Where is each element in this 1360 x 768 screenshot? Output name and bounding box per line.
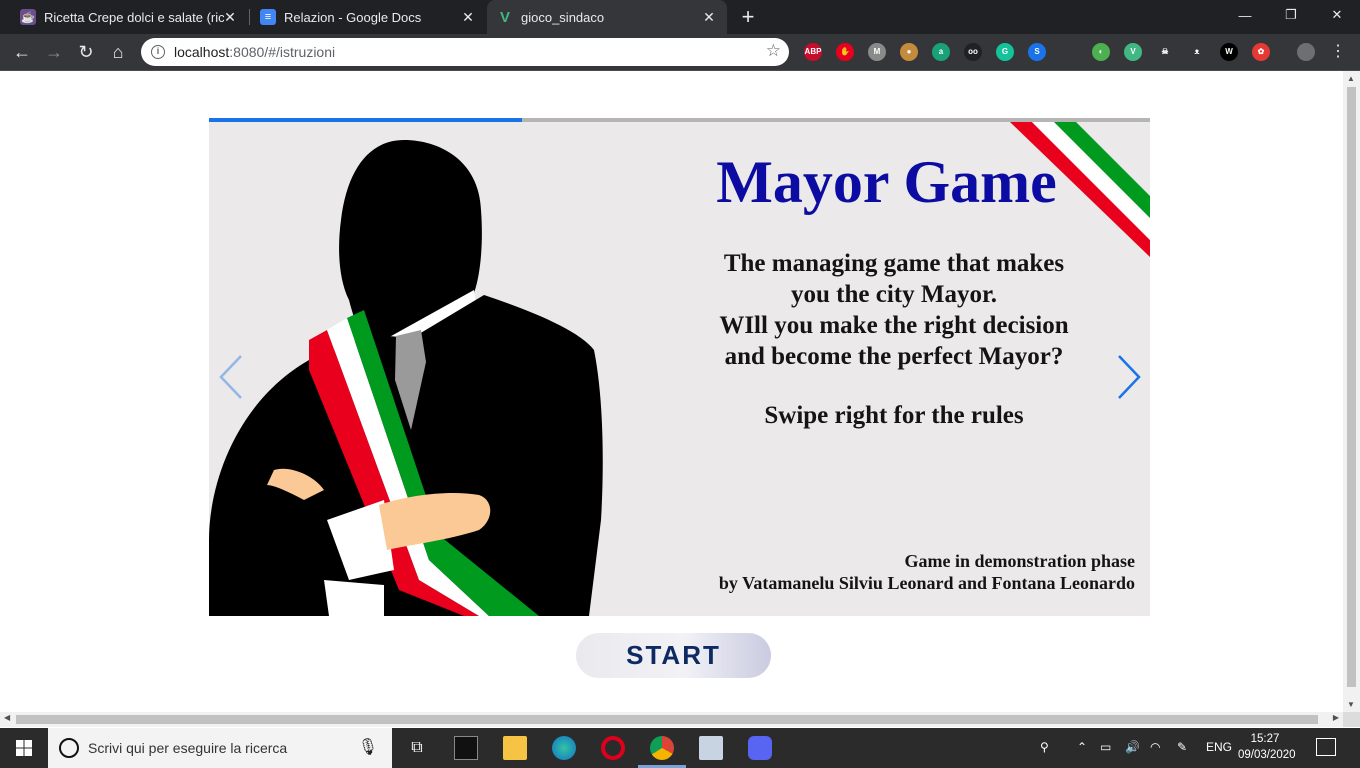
microphone-icon[interactable]: 🎙 [358, 737, 378, 757]
reload-icon[interactable]: ↻ [74, 40, 98, 64]
tab-title: gioco_sindaco [521, 9, 605, 25]
vue-icon: V [499, 8, 510, 26]
tab-gioco-sindaco[interactable]: V gioco_sindaco ✕ [487, 0, 727, 34]
tab-google-docs[interactable]: ≡ Relazion - Google Docs ✕ [250, 0, 486, 34]
taskbar-clock[interactable]: 15:27 09/03/2020 [1238, 731, 1296, 763]
tagline-line: and become the perfect Mayor? [724, 343, 1064, 370]
home-icon[interactable]: ⌂ [106, 40, 130, 64]
tagline-line: The managing game that makes [723, 250, 1065, 277]
url-text: localhost:8080/#/istruzioni [174, 44, 335, 60]
stop-hand-icon[interactable]: ✋ [836, 43, 854, 61]
battery-icon[interactable]: ▭ [1100, 740, 1111, 754]
credits-line: by Vatamanelu Silviu Leonard and Fontana… [718, 573, 1135, 593]
volume-icon[interactable]: 🔊 [1125, 740, 1140, 754]
close-window-button[interactable]: ✕ [1314, 0, 1360, 30]
game-title: Mayor Game [716, 149, 1057, 215]
scrollbar-thumb[interactable] [1347, 87, 1356, 687]
close-icon[interactable]: ✕ [222, 9, 238, 25]
opera-icon[interactable] [601, 736, 625, 760]
tab-ricetta[interactable]: ☕ Ricetta Crepe dolci e salate (ricett ✕ [12, 0, 248, 34]
adblock-plus-icon[interactable]: ABP [804, 43, 822, 61]
scroll-down-icon[interactable]: ▼ [1347, 700, 1355, 709]
scroll-right-icon[interactable]: ▶ [1333, 713, 1339, 722]
windows-taskbar: Scrivi qui per eseguire la ricerca 🎙 ⧉ ⚲… [0, 728, 1360, 768]
cookie-icon[interactable]: ● [900, 43, 918, 61]
s-icon[interactable]: S [1028, 43, 1046, 61]
bookmark-star-icon[interactable]: ☆ [766, 41, 781, 61]
prev-slide-chevron-icon[interactable] [217, 352, 247, 402]
photos-icon[interactable] [699, 736, 723, 760]
discord-icon[interactable] [748, 736, 772, 760]
glasses-icon[interactable]: oo [964, 43, 982, 61]
grammarly-icon[interactable]: G [996, 43, 1014, 61]
chrome-icon[interactable] [650, 736, 674, 760]
wifi-icon[interactable]: ◠ [1150, 740, 1160, 754]
clock-time: 15:27 [1250, 733, 1280, 745]
scrollbar-corner [1343, 712, 1360, 727]
new-tab-button[interactable]: + [736, 5, 760, 29]
vertical-scrollbar[interactable]: ▲ ▼ [1343, 71, 1360, 712]
tagline-line: WIll you make the right decision [719, 312, 1069, 339]
swipe-hint: Swipe right for the rules [764, 402, 1024, 429]
url-path: :8080/#/istruzioni [229, 44, 336, 60]
forward-arrow-icon[interactable]: → [42, 40, 66, 64]
start-button[interactable]: START [576, 633, 771, 678]
restore-button[interactable]: ❐ [1268, 0, 1314, 30]
address-bar[interactable]: i localhost:8080/#/istruzioni ☆ [141, 38, 789, 66]
task-view-icon[interactable]: ⧉ [405, 736, 429, 760]
edge-icon[interactable] [552, 736, 576, 760]
google-docs-icon: ≡ [260, 9, 276, 25]
url-host: localhost [174, 44, 230, 60]
color-picker-icon[interactable]: ◐ [1092, 43, 1110, 61]
browser-toolbar: ← → ↻ ⌂ i localhost:8080/#/istruzioni ☆ … [0, 34, 1360, 71]
tagline-line: you the city Mayor. [791, 281, 997, 308]
horizontal-scrollbar[interactable]: ◀ ▶ [0, 712, 1343, 727]
intro-slide[interactable]: Mayor Game The managing game that makes … [209, 122, 1150, 616]
start-button-label: START [626, 640, 721, 670]
a-badge-icon[interactable]: a [932, 43, 950, 61]
windows-start-button[interactable] [0, 728, 48, 768]
clock-date: 09/03/2020 [1238, 749, 1296, 761]
show-hidden-icons-icon[interactable]: ⌃ [1077, 740, 1087, 754]
windows-logo-icon [16, 740, 32, 756]
game-tagline: The managing game that makes you the cit… [679, 248, 1109, 372]
scroll-up-icon[interactable]: ▲ [1347, 74, 1355, 83]
palette-icon[interactable]: ✿ [1252, 43, 1270, 61]
pen-icon[interactable]: ✎ [1177, 740, 1187, 754]
w-icon[interactable]: W [1220, 43, 1238, 61]
cat-icon[interactable]: ᴥ [1188, 43, 1206, 61]
browser-tab-strip: ☕ Ricetta Crepe dolci e salate (ricett ✕… [0, 0, 1360, 34]
search-placeholder: Scrivi qui per eseguire la ricerca [88, 740, 288, 756]
menu-kebab-icon[interactable]: ⋮ [1326, 40, 1350, 64]
tab-title: Relazion - Google Docs [284, 9, 422, 25]
close-icon[interactable]: ✕ [701, 9, 717, 25]
terminal-icon[interactable] [454, 736, 478, 760]
recipe-favicon-icon: ☕ [20, 9, 36, 25]
people-icon[interactable]: ⚲ [1040, 740, 1049, 754]
info-icon[interactable]: i [151, 45, 165, 59]
mayor-silhouette-illustration [209, 140, 603, 616]
profile-avatar[interactable] [1297, 43, 1315, 61]
pirate-icon[interactable]: ☠ [1156, 43, 1174, 61]
language-indicator[interactable]: ENG [1206, 740, 1232, 754]
cortana-icon [59, 738, 79, 758]
vue-devtools-icon[interactable]: V [1124, 43, 1142, 61]
taskbar-search[interactable]: Scrivi qui per eseguire la ricerca 🎙 [48, 728, 392, 768]
tab-title: Ricetta Crepe dolci e salate (ricett [44, 9, 224, 25]
scroll-left-icon[interactable]: ◀ [4, 713, 10, 722]
m-icon[interactable]: M [868, 43, 886, 61]
credits-line: Game in demonstration phase [904, 551, 1135, 571]
credits: Game in demonstration phase by Vatamanel… [719, 550, 1135, 594]
back-arrow-icon[interactable]: ← [10, 40, 34, 64]
scrollbar-thumb[interactable] [16, 715, 1318, 724]
file-explorer-icon[interactable] [503, 736, 527, 760]
notification-center-icon[interactable] [1316, 738, 1336, 756]
next-slide-chevron-icon[interactable] [1113, 352, 1143, 402]
close-icon[interactable]: ✕ [460, 9, 476, 25]
minimize-button[interactable]: — [1222, 0, 1268, 30]
